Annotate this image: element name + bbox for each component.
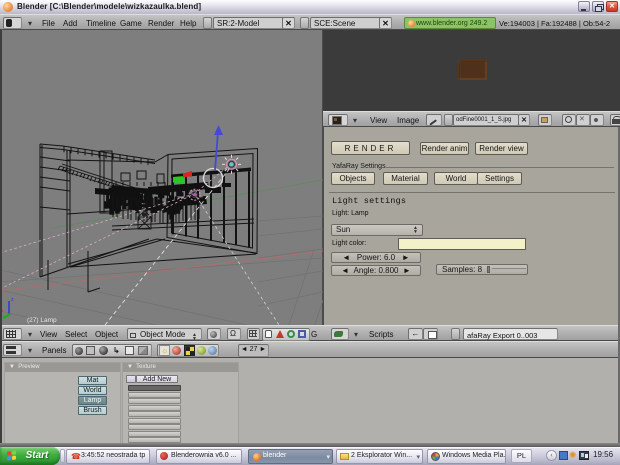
svg-text:z: z [11,297,14,303]
svg-text:(27) Lamp: (27) Lamp [27,317,57,324]
